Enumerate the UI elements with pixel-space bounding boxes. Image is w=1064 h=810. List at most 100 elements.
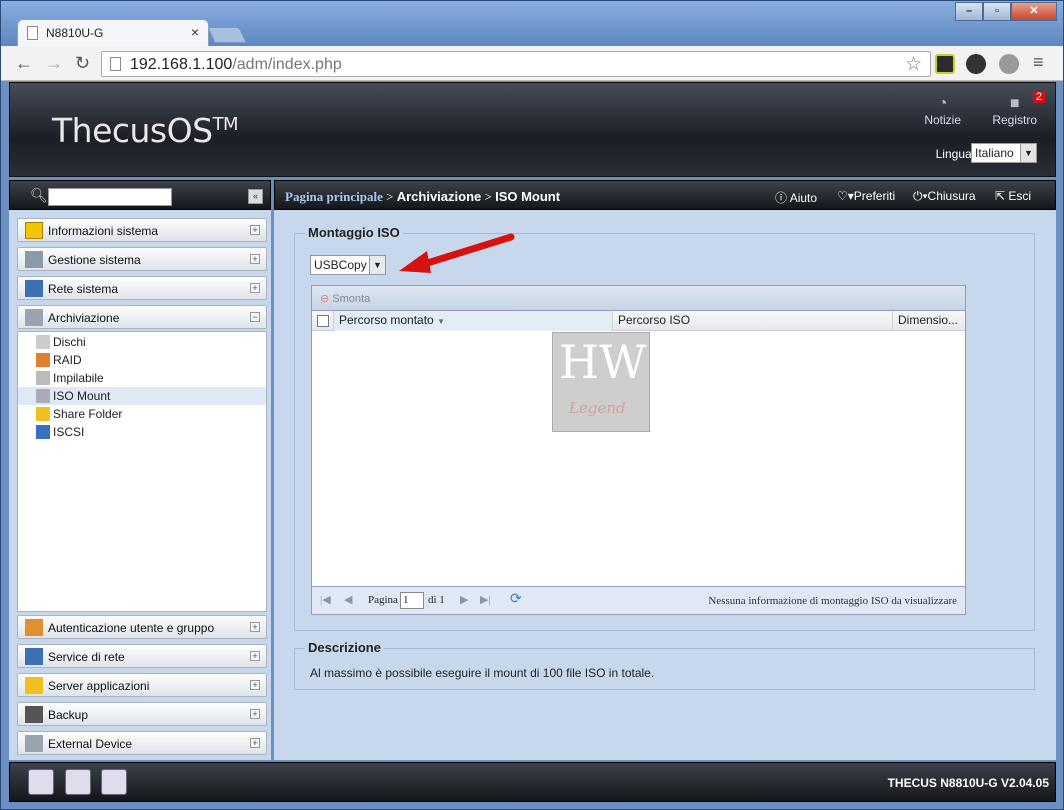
folder-icon bbox=[36, 407, 50, 421]
share-folder-select[interactable]: USBCopy ▼ bbox=[310, 255, 386, 275]
sidebar-item-share-folder[interactable]: Share Folder bbox=[18, 405, 266, 423]
expand-icon[interactable]: + bbox=[250, 283, 260, 293]
disk-icon bbox=[36, 335, 50, 349]
close-window-button[interactable]: ✕ bbox=[1011, 2, 1057, 21]
sidebar-item-dischi[interactable]: Dischi bbox=[18, 333, 266, 351]
tab-close-icon[interactable]: × bbox=[191, 24, 199, 40]
expand-icon[interactable]: + bbox=[250, 254, 260, 264]
help-icon: ⓘ bbox=[775, 191, 788, 205]
menu-server-applicazioni[interactable]: Server applicazioni + bbox=[17, 673, 267, 697]
preferiti-button[interactable]: ♡▾Preferiti bbox=[837, 189, 895, 203]
select-all-checkbox[interactable] bbox=[317, 315, 329, 327]
grid-toolbar: ⊖ Smonta bbox=[312, 286, 965, 311]
storage-icon bbox=[25, 309, 43, 326]
aiuto-button[interactable]: ⓘ Aiuto bbox=[775, 189, 817, 206]
sort-desc-icon: ▼ bbox=[437, 317, 445, 326]
grid-header: Percorso montato ▼ Percorso ISO Dimensio… bbox=[312, 311, 965, 331]
last-page-icon[interactable]: ▶| bbox=[480, 593, 491, 606]
notizie-button[interactable]: ◔ Notizie bbox=[924, 95, 961, 127]
stack-icon bbox=[36, 371, 50, 385]
reload-icon[interactable]: ↻ bbox=[75, 53, 90, 74]
menu-gestione-sistema[interactable]: Gestione sistema + bbox=[17, 247, 267, 271]
users-icon bbox=[25, 619, 43, 636]
menu-backup[interactable]: Backup + bbox=[17, 702, 267, 726]
network-shortcut-icon[interactable] bbox=[101, 769, 127, 795]
browser-tab[interactable]: N8810U-G × bbox=[17, 19, 209, 46]
forward-arrow-icon[interactable]: → bbox=[45, 53, 63, 74]
thecus-logo: ThecusOSTM bbox=[52, 111, 239, 150]
minimize-button[interactable]: – bbox=[955, 2, 983, 21]
backup-icon bbox=[25, 706, 43, 723]
column-percorso-montato[interactable]: Percorso montato ▼ bbox=[334, 311, 613, 331]
menu-rete-sistema[interactable]: Rete sistema + bbox=[17, 276, 267, 300]
registro-button[interactable]: ■ 2 Registro bbox=[992, 91, 1045, 127]
iso-mount-legend: Montaggio ISO bbox=[305, 225, 403, 240]
rss-icon: ◔ bbox=[937, 95, 948, 112]
breadcrumb-home[interactable]: Pagina principale bbox=[285, 189, 383, 204]
back-arrow-icon[interactable]: ← bbox=[15, 53, 33, 74]
collapse-icon[interactable]: − bbox=[250, 312, 260, 322]
exit-icon: ⇱ bbox=[995, 189, 1006, 203]
iso-icon bbox=[36, 389, 50, 403]
speech-icon: ■ 2 bbox=[992, 91, 1045, 113]
menu-archiviazione[interactable]: Archiviazione − bbox=[17, 305, 267, 329]
refresh-icon[interactable]: ⟳ bbox=[510, 591, 522, 608]
title-bar: N8810U-G × – ▫ ✕ bbox=[1, 1, 1063, 47]
page-icon bbox=[110, 57, 121, 71]
address-bar[interactable]: 192.168.1.100/adm/index.php ☆ bbox=[101, 51, 931, 77]
storage-shortcut-icon[interactable] bbox=[28, 769, 54, 795]
next-page-icon[interactable]: ▶ bbox=[460, 593, 468, 606]
unmount-button[interactable]: ⊖ Smonta bbox=[320, 292, 370, 305]
grid-pager: |◀ ◀ Pagina 1 di 1 ▶ ▶| ⟳ Nessuna inform… bbox=[312, 586, 965, 614]
app-server-icon bbox=[25, 677, 43, 694]
sidebar-item-raid[interactable]: RAID bbox=[18, 351, 266, 369]
external-device-icon bbox=[25, 735, 43, 752]
bookmark-star-icon[interactable]: ☆ bbox=[905, 53, 922, 76]
search-icon: 🔍︎ bbox=[30, 187, 48, 203]
extension-off-icon[interactable] bbox=[966, 54, 986, 74]
browser-window: N8810U-G × – ▫ ✕ ← → ↻ 192.168.1.100/adm… bbox=[0, 0, 1064, 810]
sidebar-item-impilabile[interactable]: Impilabile bbox=[18, 369, 266, 387]
extension-check-icon[interactable] bbox=[935, 54, 955, 74]
description-fieldset: Descrizione Al massimo è possibile esegu… bbox=[294, 640, 1035, 690]
expand-icon[interactable]: + bbox=[250, 680, 260, 690]
url-text: 192.168.1.100/adm/index.php bbox=[130, 56, 342, 73]
expand-icon[interactable]: + bbox=[250, 651, 260, 661]
expand-icon[interactable]: + bbox=[250, 622, 260, 632]
chiusura-button[interactable]: ⏻▾Chiusura bbox=[913, 189, 976, 204]
prev-page-icon[interactable]: ◀ bbox=[344, 593, 352, 606]
maximize-button[interactable]: ▫ bbox=[983, 2, 1011, 21]
menu-informazioni-sistema[interactable]: Informazioni sistema + bbox=[17, 218, 267, 242]
tools-icon bbox=[25, 251, 43, 268]
expand-icon[interactable]: + bbox=[250, 709, 260, 719]
page-number-input[interactable]: 1 bbox=[400, 592, 424, 609]
esci-button[interactable]: ⇱ Esci bbox=[995, 189, 1031, 203]
raid-icon bbox=[36, 353, 50, 367]
column-percorso-iso[interactable]: Percorso ISO bbox=[613, 311, 893, 331]
network-icon bbox=[25, 280, 43, 297]
search-input[interactable] bbox=[48, 188, 172, 206]
collapse-sidebar-icon[interactable]: « bbox=[248, 189, 263, 204]
sidebar: 🔍︎ « Informazioni sistema + Gestione sis… bbox=[9, 180, 271, 760]
expand-icon[interactable]: + bbox=[250, 225, 260, 235]
first-page-icon[interactable]: |◀ bbox=[320, 593, 331, 606]
breadcrumb: Pagina principale > Archiviazione > ISO … bbox=[285, 189, 561, 204]
sidebar-item-iscsi[interactable]: ISCSI bbox=[18, 423, 266, 441]
menu-icon[interactable]: ≡ bbox=[1033, 52, 1044, 73]
page-icon bbox=[27, 26, 38, 40]
new-tab-button[interactable] bbox=[207, 27, 247, 43]
page-total: di 1 bbox=[428, 594, 445, 606]
info-icon bbox=[25, 222, 43, 239]
disk-shortcut-icon[interactable] bbox=[65, 769, 91, 795]
browser-toolbar: ← → ↻ 192.168.1.100/adm/index.php ☆ ≡ bbox=[1, 46, 1063, 81]
menu-external-device[interactable]: External Device + bbox=[17, 731, 267, 755]
lingua-label: Lingua: bbox=[935, 147, 975, 161]
column-dimensione[interactable]: Dimensio... bbox=[893, 311, 965, 331]
language-select[interactable]: Italiano ▼ bbox=[971, 143, 1037, 163]
tab-title: N8810U-G bbox=[46, 26, 104, 40]
menu-service-di-rete[interactable]: Service di rete + bbox=[17, 644, 267, 668]
sidebar-item-iso-mount[interactable]: ISO Mount bbox=[18, 387, 266, 405]
extension-shield-icon[interactable] bbox=[999, 54, 1019, 74]
menu-autenticazione[interactable]: Autenticazione utente e gruppo + bbox=[17, 615, 267, 639]
expand-icon[interactable]: + bbox=[250, 738, 260, 748]
